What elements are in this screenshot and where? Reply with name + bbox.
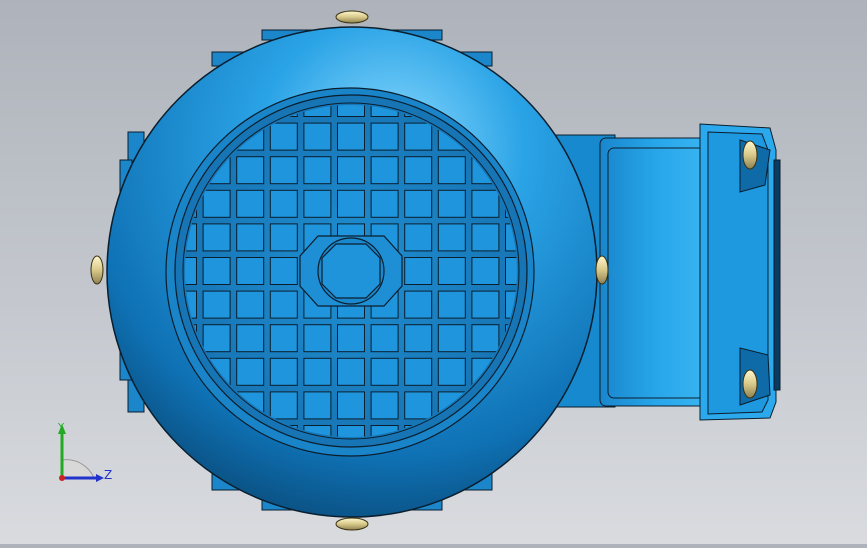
- grille-cell: [337, 324, 365, 353]
- grille-cell: [437, 156, 466, 185]
- grille-cell: [337, 122, 365, 151]
- grille-cell: [437, 290, 466, 319]
- grille-cell: [404, 290, 433, 319]
- grille-cell: [404, 122, 433, 151]
- grille-cell: [471, 257, 500, 285]
- coordinate-triad: Y Z: [48, 420, 118, 492]
- graphics-viewport[interactable]: Y Z: [0, 0, 867, 544]
- grille-cell: [202, 290, 231, 319]
- grille-cell: [370, 324, 399, 353]
- grille-cell: [437, 357, 466, 386]
- grille-cell: [236, 223, 265, 252]
- grille-cell: [404, 156, 433, 185]
- grille-cell: [337, 391, 365, 420]
- grille-cell: [202, 324, 231, 353]
- grille-cell: [269, 156, 298, 185]
- grille-cell: [437, 324, 466, 353]
- grille-cell: [236, 189, 265, 218]
- grille-cell: [236, 324, 265, 353]
- grille-cell: [202, 189, 231, 218]
- grille-cell: [337, 189, 365, 218]
- grille-cell: [269, 324, 298, 353]
- grille-cell: [236, 290, 265, 319]
- grille-cell: [269, 122, 298, 151]
- grille-cell: [202, 257, 231, 285]
- grille-cell: [471, 324, 500, 353]
- grille-cell: [437, 223, 466, 252]
- model-canvas[interactable]: [0, 0, 867, 544]
- grille-cell: [370, 189, 399, 218]
- grille-cell: [303, 324, 332, 353]
- grille-cell: [404, 257, 433, 285]
- grille-cell: [404, 357, 433, 386]
- grille-cell: [269, 357, 298, 386]
- triad-y-label: Y: [58, 422, 65, 433]
- grille-cell: [269, 223, 298, 252]
- grille-cell: [370, 122, 399, 151]
- grille-cell: [471, 223, 500, 252]
- grille-cell: [370, 391, 399, 420]
- grille-cell: [269, 290, 298, 319]
- grille-cell: [269, 257, 298, 285]
- grille-cell: [437, 189, 466, 218]
- grille-cell: [404, 223, 433, 252]
- grille-cell: [471, 189, 500, 218]
- grille-cell: [370, 357, 399, 386]
- grille-cell: [269, 391, 298, 420]
- hub: [299, 235, 403, 307]
- grille-cell: [236, 156, 265, 185]
- grille-cell: [337, 156, 365, 185]
- grille-cell: [303, 156, 332, 185]
- grille-cell: [303, 357, 332, 386]
- grille-cell: [202, 223, 231, 252]
- grille-cell: [404, 391, 433, 420]
- grille-cell: [370, 156, 399, 185]
- grille-cell: [303, 391, 332, 420]
- triad-z-label: Z: [104, 468, 113, 482]
- grille-cell: [404, 189, 433, 218]
- grille-cell: [236, 357, 265, 386]
- grille-cell: [269, 189, 298, 218]
- grille-cell: [437, 257, 466, 285]
- grille-cell: [337, 357, 365, 386]
- grille-cell: [404, 324, 433, 353]
- grille-cell: [471, 290, 500, 319]
- grille-cell: [236, 257, 265, 285]
- grille-cell: [303, 122, 332, 151]
- grille-cell: [303, 189, 332, 218]
